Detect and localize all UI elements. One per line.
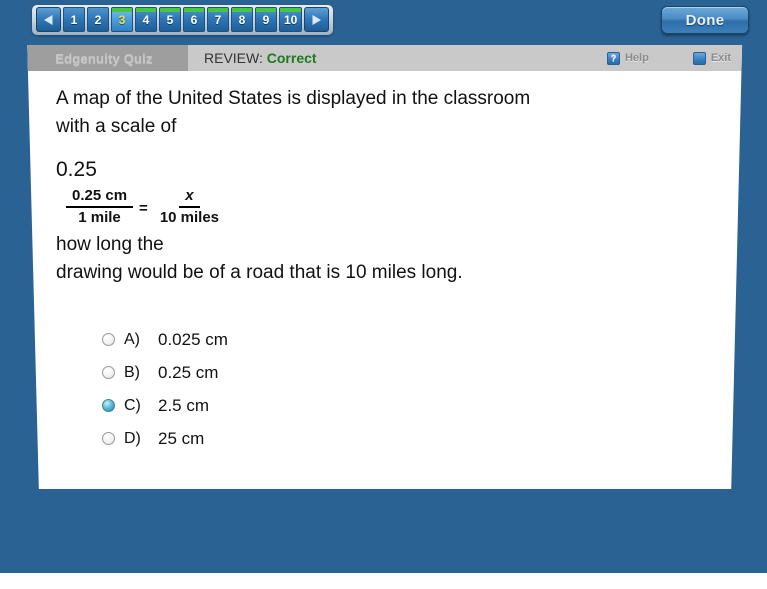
pager-item-2[interactable]: 2: [87, 7, 109, 32]
review-status: REVIEW: Correct: [204, 50, 317, 66]
pager-item-label: 7: [214, 12, 222, 27]
brand-label: Edgenuity Quiz: [55, 50, 153, 66]
answer-letter: A): [124, 330, 140, 348]
pager-item-4[interactable]: 4: [135, 7, 157, 32]
radio-button-selected[interactable]: [102, 399, 115, 412]
pager-item-6[interactable]: 6: [183, 7, 205, 32]
exit-button[interactable]: Exit: [692, 51, 731, 65]
pager-item-completed-bar: [208, 8, 228, 12]
pager-prev-arrow-button[interactable]: [36, 7, 61, 32]
pager-item-label: 8: [238, 12, 246, 27]
radio-button[interactable]: [102, 432, 115, 445]
pager-item-label: 5: [166, 12, 174, 27]
pager-item-label: 4: [142, 12, 150, 27]
equals-sign: =: [139, 199, 148, 217]
pager-item-label: 9: [262, 12, 270, 27]
pager-item-10[interactable]: 10: [279, 7, 303, 32]
pager-item-label: 2: [94, 12, 102, 27]
question-tail: how long the drawing would be of a road …: [56, 231, 705, 287]
pager-item-1[interactable]: 1: [63, 7, 85, 32]
pager-item-label: 3: [118, 12, 126, 27]
answer-letter: D): [124, 429, 141, 447]
pager-item-label: 6: [190, 12, 198, 27]
answer-letter: B): [124, 363, 140, 381]
answer-text: 0.25 cm: [158, 362, 219, 382]
exit-label: Exit: [710, 52, 731, 64]
right-fraction: x 10 miles: [154, 187, 225, 227]
pager-item-5[interactable]: 5: [159, 7, 181, 32]
review-verdict-label: Correct: [266, 50, 317, 66]
answer-options-list: A) 0.025 cm B) 0.25 cm C) 2.5 cm D) 25 cm: [102, 323, 705, 455]
question-line-4: drawing would be of a road that is 10 mi…: [56, 262, 463, 283]
pager-item-completed-bar: [184, 8, 204, 12]
done-button[interactable]: Done: [661, 6, 749, 34]
bottom-white-strip: [0, 573, 767, 589]
answer-option-a[interactable]: A) 0.025 cm: [102, 323, 705, 356]
pager-item-9[interactable]: 9: [255, 7, 277, 32]
question-body: A map of the United States is displayed …: [27, 71, 742, 455]
left-fraction: 0.25 cm 1 mile: [66, 187, 134, 227]
question-pager: 1 2 3 4 5 6 7 8 9 10: [32, 5, 334, 35]
header-actions: ? Help Exit: [606, 45, 731, 71]
quiz-header-bar: Edgenuity Quiz REVIEW: Correct ? Help Ex…: [27, 45, 743, 71]
pager-next-arrow-button[interactable]: [304, 7, 330, 32]
pager-item-label: 10: [284, 12, 298, 27]
question-line-2: with a scale of: [56, 116, 177, 137]
pager-item-label: 1: [70, 12, 78, 27]
left-fraction-numerator: 0.25 cm: [66, 187, 134, 208]
radio-button[interactable]: [102, 366, 115, 379]
help-question-mark-icon: ?: [606, 51, 620, 65]
brand-tab: Edgenuity Quiz: [27, 45, 188, 71]
answer-option-c[interactable]: C) 2.5 cm: [102, 389, 705, 422]
pager-item-completed-bar: [280, 8, 302, 12]
answer-option-d[interactable]: D) 25 cm: [102, 422, 705, 455]
answer-text: 25 cm: [158, 428, 205, 448]
question-line-1: A map of the United States is displayed …: [56, 88, 531, 109]
quiz-panel: Edgenuity Quiz REVIEW: Correct ? Help Ex…: [27, 45, 743, 489]
answer-text: 2.5 cm: [158, 395, 210, 415]
question-line-3: how long the: [56, 234, 164, 255]
review-prefix-label: REVIEW:: [204, 50, 263, 66]
right-fraction-denominator: 10 miles: [159, 209, 220, 226]
help-button[interactable]: ? Help: [606, 51, 649, 65]
pager-cell-list: 1 2 3 4 5 6 7 8 9 10: [62, 7, 303, 32]
help-label: Help: [624, 52, 649, 64]
exit-square-icon: [692, 51, 706, 65]
answer-letter: C): [124, 396, 141, 414]
answer-option-b[interactable]: B) 0.25 cm: [102, 356, 705, 389]
pager-item-completed-bar: [112, 8, 132, 12]
pager-item-8[interactable]: 8: [231, 7, 253, 32]
proportion-equation: 0.25 cm 1 mile = x 10 miles: [66, 187, 705, 227]
pager-item-7[interactable]: 7: [207, 7, 229, 32]
radio-button[interactable]: [102, 333, 115, 346]
pager-item-completed-bar: [256, 8, 276, 12]
pager-item-completed-bar: [160, 8, 180, 12]
right-triangle-icon: [312, 14, 322, 25]
scale-value: 0.25: [56, 158, 97, 181]
left-triangle-icon: [44, 14, 53, 25]
right-fraction-numerator: x: [179, 187, 200, 208]
answer-text: 0.025 cm: [158, 329, 228, 349]
pager-item-completed-bar: [136, 8, 156, 12]
left-fraction-denominator: 1 mile: [78, 209, 121, 226]
pager-item-3[interactable]: 3: [111, 7, 133, 32]
pager-item-completed-bar: [232, 8, 252, 12]
